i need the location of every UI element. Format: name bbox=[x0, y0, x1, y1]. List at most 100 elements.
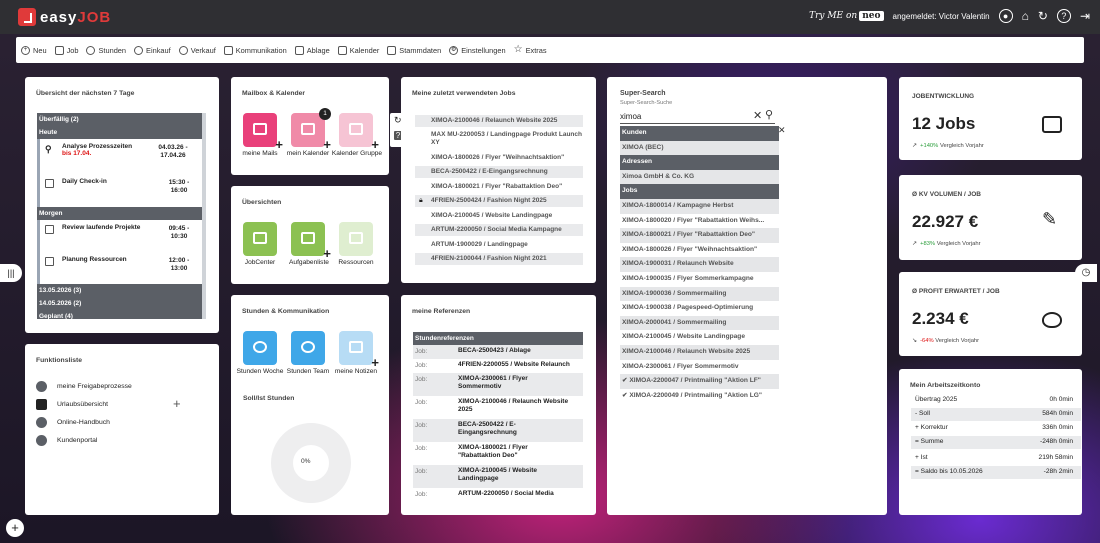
overview-scrollbar[interactable] bbox=[202, 113, 206, 319]
menu-kommunikation[interactable]: Kommunikation bbox=[223, 45, 287, 55]
reference-row[interactable]: Job: BECA-2500422 / E-Eingangsrechnung bbox=[413, 419, 583, 442]
tasklist-tile[interactable]: + bbox=[291, 222, 331, 260]
menu-extras[interactable]: ☆ Extras bbox=[514, 45, 547, 55]
logout-icon[interactable]: ⇥ bbox=[1080, 9, 1090, 23]
result-job[interactable]: XIMOA-2000041 / Sommermailing bbox=[620, 315, 779, 331]
results-group-addresses: Adressen bbox=[620, 155, 779, 170]
recent-job-row[interactable]: BECA-2500422 / E-Eingangsrechnung bbox=[415, 166, 583, 178]
reference-row[interactable]: Job: ARTUM-2200050 / Social Media bbox=[413, 488, 583, 502]
reference-row[interactable]: Job: XIMOA-2100046 / Relaunch Website 202… bbox=[413, 396, 583, 419]
menu-new[interactable]: + Neu bbox=[21, 45, 47, 55]
sidebar-handle[interactable]: ||| bbox=[0, 264, 22, 282]
add-widget-button[interactable]: + bbox=[6, 519, 24, 537]
worktime-label: = Saldo bis 10.05.2026 bbox=[915, 468, 983, 475]
logo-mark-icon bbox=[18, 8, 36, 26]
user-account-icon[interactable]: ● bbox=[998, 9, 1013, 23]
function-item-manual[interactable]: Online-Handbuch bbox=[36, 417, 110, 428]
appointment-item[interactable]: Planung Ressourcen 12:00 - 13:00 bbox=[37, 252, 206, 284]
section-overdue[interactable]: Überfällig (2) bbox=[37, 113, 206, 126]
notes-tile[interactable]: + bbox=[339, 331, 379, 369]
search-icon[interactable]: ⚲ bbox=[765, 108, 773, 121]
function-item-vacation[interactable]: Urlaubsübersicht bbox=[36, 399, 108, 410]
clock-side-button[interactable]: ◷ bbox=[1075, 264, 1097, 282]
menu-stammdaten[interactable]: Stammdaten bbox=[387, 45, 441, 55]
menu-einstellungen[interactable]: ⚙ Einstellungen bbox=[449, 45, 506, 55]
mails-tile[interactable]: + bbox=[243, 113, 283, 151]
recent-job-row[interactable]: XIMOA-2100046 / Relaunch Website 2025 bbox=[415, 115, 583, 127]
search-icon bbox=[36, 417, 47, 428]
recent-job-row[interactable]: ARTUM-1900029 / Landingpage bbox=[415, 239, 583, 251]
reference-row[interactable]: Job: XIMOA-2300061 / Flyer Sommermotiv bbox=[413, 373, 583, 396]
recent-job-row[interactable]: XIMOA-1800021 / Flyer "Rabattaktion Deo" bbox=[415, 181, 583, 193]
result-job[interactable]: XIMOA-1900038 / Pagespeed-Optimierung bbox=[620, 301, 779, 316]
sale-icon bbox=[178, 45, 188, 55]
home-icon[interactable]: ⌂ bbox=[1022, 9, 1029, 23]
menu-einkauf[interactable]: Einkauf bbox=[134, 45, 171, 55]
result-job[interactable]: XIMOA-1800026 / Flyer "Weihnachtsaktion" bbox=[620, 243, 779, 258]
app-logo[interactable]: easyJOB bbox=[18, 8, 111, 26]
result-job[interactable]: ✔ XIMOA-2200049 / Printmailing "Aktion L… bbox=[620, 389, 779, 404]
calendar-tile[interactable]: +1 bbox=[291, 108, 331, 151]
main-menu-bar: + Neu Job Stunden Einkauf Verkauf Kommuni… bbox=[16, 37, 1084, 63]
worktime-label: + Korrektur bbox=[915, 424, 948, 431]
reference-row[interactable]: Job: BECA-2500423 / Ablage bbox=[413, 345, 583, 359]
menu-stunden[interactable]: Stunden bbox=[86, 45, 126, 55]
try-neo-link[interactable]: Try ME on neo bbox=[809, 11, 884, 21]
group-calendar-tile[interactable]: + bbox=[339, 113, 379, 151]
lock-icon: 🔒︎ bbox=[419, 197, 423, 204]
result-job[interactable]: XIMOA-1800020 / Flyer "Rabattaktion Weih… bbox=[620, 214, 779, 229]
search-input[interactable]: ximoa bbox=[620, 110, 775, 124]
recent-job-row[interactable]: XIMOA-1800026 / Flyer "Weihnachtsaktion" bbox=[415, 152, 583, 164]
section-planned[interactable]: Geplant (4) bbox=[37, 310, 206, 319]
reference-label: Job: bbox=[415, 362, 428, 369]
recent-job-row[interactable]: XIMOA-2100045 / Website Landingpage bbox=[415, 210, 583, 222]
worktime-value: 336h 0min bbox=[1042, 424, 1073, 431]
section-date[interactable]: 14.05.2026 (2) bbox=[37, 297, 206, 310]
menu-job[interactable]: Job bbox=[54, 45, 78, 55]
section-tomorrow[interactable]: Morgen bbox=[37, 207, 206, 220]
section-today[interactable]: Heute bbox=[37, 126, 206, 139]
team-icon bbox=[301, 341, 315, 353]
result-job[interactable]: XIMOA-1900035 / Flyer Sommerkampagne bbox=[620, 272, 779, 287]
result-job[interactable]: XIMOA-2300061 / Flyer Sommermotiv bbox=[620, 360, 779, 375]
reference-row[interactable]: Job: 4FRIEN-2200055 / Website Relaunch bbox=[413, 359, 583, 373]
reference-row[interactable]: Job: XIMOA-1800021 / Flyer "Rabattaktion … bbox=[413, 442, 583, 465]
result-job[interactable]: XIMOA-2100045 / Website Landingpage bbox=[620, 330, 779, 345]
recent-jobs-card: Meine zuletzt verwendeten Jobs XIMOA-210… bbox=[401, 77, 596, 283]
result-customer[interactable]: XIMOA (BEC) bbox=[620, 140, 779, 156]
result-job[interactable]: XIMOA-1800014 / Kampagne Herbst bbox=[620, 198, 779, 214]
recent-job-row[interactable]: MAX MU-2200053 / Landingpage Produkt Lau… bbox=[415, 129, 583, 149]
recent-job-row[interactable]: 4FRIEN-2500424 / Fashion Night 2025 bbox=[415, 195, 583, 207]
appointment-item[interactable]: Daily Check-in 15:30 - 16:00 bbox=[37, 174, 206, 207]
function-item-approvals[interactable]: meine Freigabeprozesse bbox=[36, 381, 132, 392]
close-results-icon[interactable]: ✕ bbox=[778, 125, 786, 136]
menu-verkauf[interactable]: Verkauf bbox=[178, 45, 216, 55]
section-date[interactable]: 13.05.2026 (3) bbox=[37, 284, 206, 297]
recent-job-row[interactable]: 4FRIEN-2100044 / Fashion Night 2021 bbox=[415, 253, 583, 265]
reference-row[interactable]: Job: XIMOA-2100045 / Website Landingpage bbox=[413, 465, 583, 488]
appointment-item[interactable]: ⚲ Analyse Prozesszeiten bis 17.04. 04.03… bbox=[37, 139, 206, 174]
menu-kalender[interactable]: Kalender bbox=[337, 45, 379, 55]
jobcenter-tile[interactable] bbox=[243, 222, 277, 256]
result-job[interactable]: ✔ XIMOA-2200047 / Printmailing "Aktion L… bbox=[620, 374, 779, 389]
menu-label: Ablage bbox=[306, 45, 330, 55]
hours-week-tile[interactable] bbox=[243, 331, 277, 365]
menu-ablage[interactable]: Ablage bbox=[294, 45, 330, 55]
result-address[interactable]: Ximoa GmbH & Co. KG bbox=[620, 169, 779, 185]
appointment-item[interactable]: Review laufende Projekte 09:45 - 10:30 bbox=[37, 220, 206, 252]
result-job[interactable]: XIMOA-1900031 / Relaunch Website bbox=[620, 257, 779, 272]
resources-tile[interactable] bbox=[339, 222, 373, 256]
mails-label: meine Mails bbox=[242, 150, 278, 157]
recent-job-row[interactable]: ARTUM-2200050 / Social Media Kampagne bbox=[415, 224, 583, 236]
help-icon[interactable]: ? bbox=[1056, 9, 1071, 23]
clock-icon bbox=[253, 341, 267, 353]
result-job[interactable]: XIMOA-2100046 / Relaunch Website 2025 bbox=[620, 344, 779, 360]
result-job[interactable]: XIMOA-1900036 / Sommermailing bbox=[620, 286, 779, 302]
result-job[interactable]: XIMOA-1800021 / Flyer "Rabattaktion Deo" bbox=[620, 228, 779, 243]
add-vacation-icon[interactable]: + bbox=[173, 396, 181, 411]
refresh-icon[interactable]: ↻ bbox=[1038, 9, 1048, 23]
hours-team-tile[interactable] bbox=[291, 331, 325, 365]
worktime-value: 219h 58min bbox=[1038, 454, 1073, 461]
function-item-portal[interactable]: Kundenportal bbox=[36, 435, 97, 446]
clear-search-icon[interactable]: ✕ bbox=[753, 109, 762, 122]
